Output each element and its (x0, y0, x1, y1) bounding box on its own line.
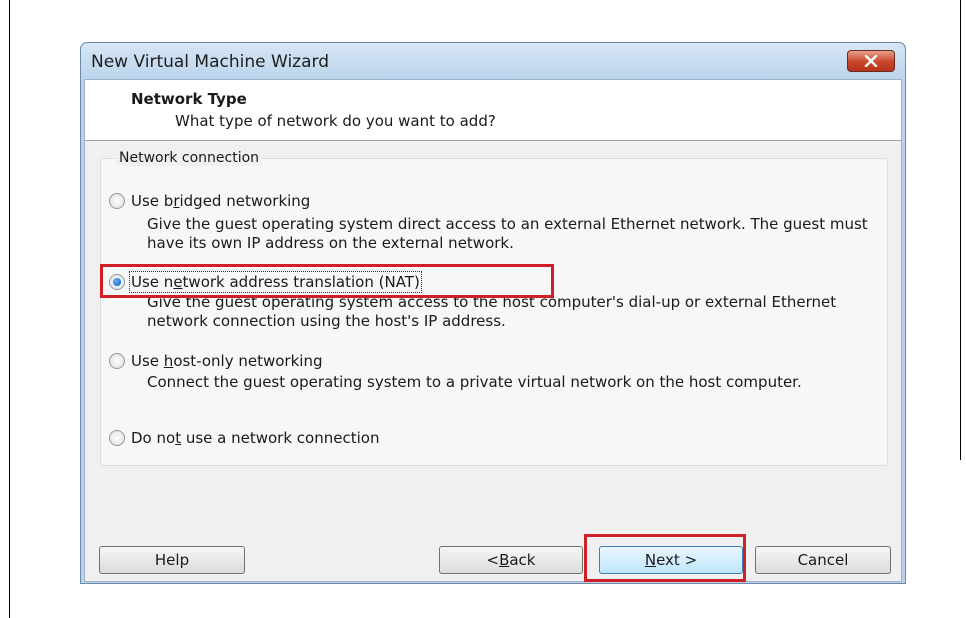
desc-host-only: Connect the guest operating system to a … (147, 373, 802, 391)
window-title: New Virtual Machine Wizard (91, 52, 329, 72)
close-button[interactable] (847, 50, 895, 72)
radio-label-no-network: Do not use a network connection (131, 429, 380, 447)
frame-left-line (9, 0, 10, 618)
radio-bridged[interactable]: Use bridged networking (109, 192, 310, 210)
radio-button-host-only[interactable] (109, 353, 125, 369)
wizard-body: Network Type What type of network do you… (84, 79, 902, 582)
group-label: Network connection (116, 150, 263, 166)
frame-right-line (960, 0, 961, 460)
close-icon (864, 52, 878, 71)
help-button[interactable]: Help (99, 546, 245, 574)
title-bar: New Virtual Machine Wizard (81, 43, 905, 79)
radio-no-network[interactable]: Do not use a network connection (109, 429, 379, 447)
desc-bridged: Give the guest operating system direct a… (147, 215, 868, 252)
wizard-window: New Virtual Machine Wizard Network Type … (80, 42, 906, 584)
page-header: Network Type What type of network do you… (85, 80, 901, 141)
page-subtitle: What type of network do you want to add? (175, 112, 496, 130)
radio-button-bridged[interactable] (109, 193, 125, 209)
desc-nat: Give the guest operating system access t… (147, 293, 837, 330)
radio-button-no-network[interactable] (109, 430, 125, 446)
page-title: Network Type (131, 90, 247, 108)
radio-label-host-only: Use host-only networking (131, 352, 323, 370)
radio-host-only[interactable]: Use host-only networking (109, 352, 323, 370)
highlight-next-button (584, 534, 746, 582)
back-button[interactable]: < Back (439, 546, 583, 574)
highlight-nat-option (100, 264, 554, 298)
cancel-button[interactable]: Cancel (755, 546, 891, 574)
radio-label-bridged: Use bridged networking (131, 192, 311, 210)
